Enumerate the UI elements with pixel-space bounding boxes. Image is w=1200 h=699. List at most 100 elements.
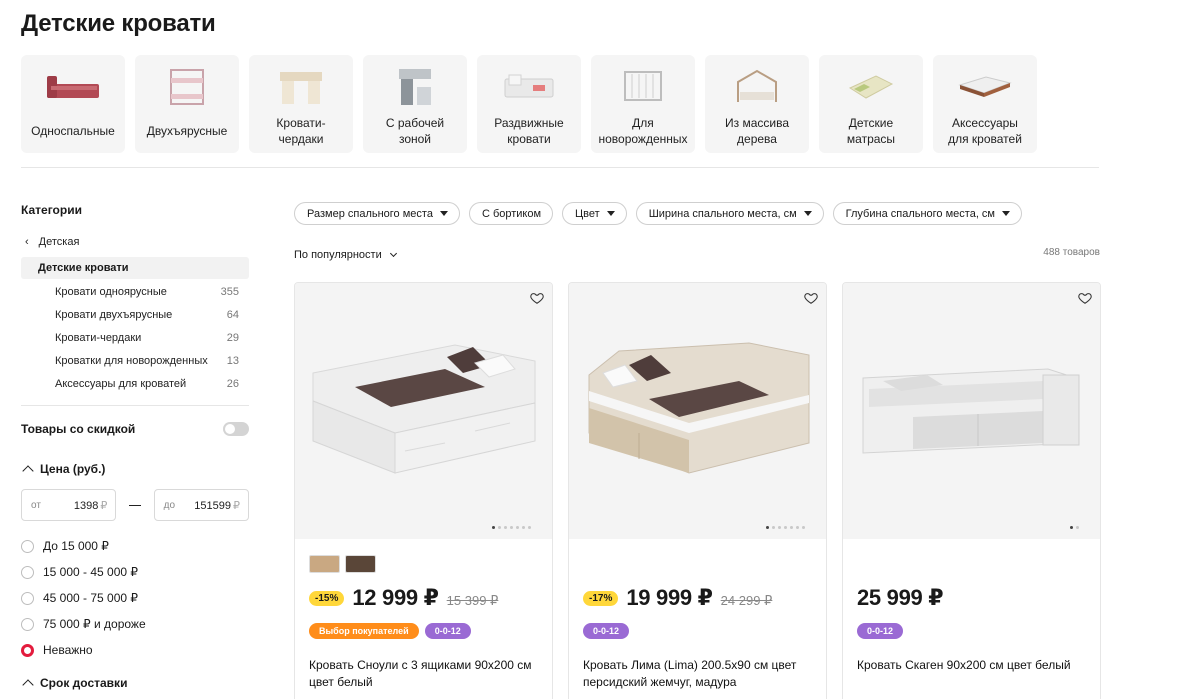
house-bed-icon (726, 67, 788, 107)
price-option[interactable]: Неважно (21, 637, 249, 663)
current-category[interactable]: Детские кровати (21, 257, 249, 279)
heart-icon[interactable] (530, 291, 544, 305)
category-tile-label: Для новорожденных (598, 116, 688, 146)
category-tile-label: С рабочей зоной (385, 116, 445, 146)
product-image[interactable] (295, 283, 552, 539)
price-to-input[interactable]: до 151599 ₽ (153, 489, 249, 521)
product-card[interactable]: -15% 12 999 ₽ 15 399 ₽ Выбор покупателей 0-0… (294, 282, 553, 699)
product-grid: -15% 12 999 ₽ 15 399 ₽ Выбор покупателей 0-0… (294, 282, 1101, 699)
pagination-dot[interactable] (528, 526, 531, 529)
pagination-dot[interactable] (766, 526, 769, 529)
price-from-input[interactable]: от 1398 ₽ (21, 489, 117, 521)
delivery-section-header[interactable]: Срок доставки (21, 676, 249, 691)
image-pagination[interactable] (492, 526, 531, 529)
filter-chip[interactable]: Ширина спального места, см (635, 202, 824, 225)
category-tile[interactable]: Кровати- чердаки (249, 55, 353, 153)
pagination-dot[interactable] (784, 526, 787, 529)
filter-chip[interactable]: Размер спального места (294, 202, 460, 225)
subcategory-label: Кровати одноярусные (55, 285, 167, 298)
product-tags: Выбор покупателей 0-0-12 (309, 623, 471, 639)
category-tile-label: Кровати- чердаки (276, 116, 326, 146)
product-title[interactable]: Кровать Лима (Lima) 200.5x90 см цвет пер… (583, 657, 818, 691)
pagination-dot[interactable] (1070, 526, 1073, 529)
sidebar-subcategory[interactable]: Аксессуары для кроватей 26 (21, 372, 249, 395)
pagination-dot[interactable] (796, 526, 799, 529)
price-option[interactable]: 75 000 ₽ и дороже (21, 611, 249, 637)
sidebar-subcategory[interactable]: Кроватки для новорожденных 13 (21, 349, 249, 372)
filter-chip[interactable]: Глубина спального места, см (832, 202, 1022, 225)
price-line: -15% 12 999 ₽ 15 399 ₽ (309, 585, 498, 611)
sidebar-subcategory[interactable]: Кровати двухъярусные 64 (21, 303, 249, 326)
pagination-dot[interactable] (772, 526, 775, 529)
category-tile[interactable]: Раздвижные кровати (477, 55, 581, 153)
chevron-left-icon: ‹ (25, 236, 29, 248)
product-card[interactable]: 25 999 ₽ 0-0-12 Кровать Скаген 90x200 см ц… (842, 282, 1101, 699)
back-link[interactable]: ‹ Детская (21, 235, 249, 249)
price-option-label: До 15 000 ₽ (43, 539, 109, 553)
filter-chip[interactable]: Цвет (562, 202, 627, 225)
category-tile-label: Аксессуары для кроватей (948, 116, 1022, 146)
subcategory-label: Кровати-чердаки (55, 331, 142, 344)
delivery-heading: Срок доставки (40, 676, 128, 690)
heart-icon[interactable] (1078, 291, 1092, 305)
current-price: 19 999 ₽ (626, 585, 713, 610)
category-tile[interactable]: Односпальные (21, 55, 125, 153)
price-from-value: 1398 (73, 499, 99, 512)
price-to-value: 151599 (194, 499, 231, 512)
pagination-dot[interactable] (492, 526, 495, 529)
discount-toggle[interactable] (223, 422, 249, 436)
sort-dropdown[interactable]: По популярности (294, 249, 397, 261)
product-image[interactable] (843, 283, 1100, 539)
image-pagination[interactable] (1070, 526, 1079, 529)
radio-icon (21, 565, 34, 579)
price-option[interactable]: До 15 000 ₽ (21, 533, 249, 559)
pagination-dot[interactable] (516, 526, 519, 529)
sidebar-subcategory[interactable]: Кровати-чердаки 29 (21, 326, 249, 349)
pagination-dot[interactable] (802, 526, 805, 529)
product-tag: 0-0-12 (857, 623, 904, 639)
subcategory-label: Аксессуары для кроватей (55, 377, 187, 390)
pagination-dot[interactable] (778, 526, 781, 529)
color-swatch[interactable] (345, 555, 376, 573)
pagination-dot[interactable] (504, 526, 507, 529)
discount-label: Товары со скидкой (21, 422, 136, 436)
pagination-dot[interactable] (522, 526, 525, 529)
pagination-dot[interactable] (510, 526, 513, 529)
back-link-label: Детская (38, 236, 80, 248)
category-tile[interactable]: Для новорожденных (591, 55, 695, 153)
price-option[interactable]: 15 000 - 45 000 ₽ (21, 559, 249, 585)
image-pagination[interactable] (766, 526, 805, 529)
caret-down-icon (606, 211, 615, 216)
price-section-header[interactable]: Цена (руб.) (21, 462, 249, 477)
subcategory-count: 355 (220, 285, 239, 298)
product-card[interactable]: -17% 19 999 ₽ 24 299 ₽ 0-0-12 Кровать Лима (… (568, 282, 827, 699)
price-option[interactable]: 45 000 - 75 000 ₽ (21, 585, 249, 611)
category-tile-label: Детские матрасы (846, 116, 896, 146)
pagination-dot[interactable] (498, 526, 501, 529)
divider (21, 167, 1099, 168)
product-title[interactable]: Кровать Скаген 90x200 см цвет белый (857, 657, 1092, 674)
price-line: -17% 19 999 ₽ 24 299 ₽ (583, 585, 772, 611)
pagination-dot[interactable] (1076, 526, 1079, 529)
category-tile[interactable]: Детские матрасы (819, 55, 923, 153)
filter-chip[interactable]: С бортиком (468, 202, 554, 225)
radio-selected-icon (21, 643, 34, 657)
category-tile[interactable]: Двухъярусные (135, 55, 239, 153)
product-tags: 0-0-12 (583, 623, 630, 639)
loft-bed-icon (270, 67, 332, 107)
color-swatch[interactable] (309, 555, 340, 573)
category-tile[interactable]: Аксессуары для кроватей (933, 55, 1037, 153)
category-tile[interactable]: С рабочей зоной (363, 55, 467, 153)
sidebar-subcategory[interactable]: Кровати одноярусные 355 (21, 280, 249, 303)
discount-filter: Товары со скидкой (21, 422, 249, 436)
pagination-dot[interactable] (790, 526, 793, 529)
filter-chip-label: Глубина спального места, см (845, 207, 995, 220)
product-title[interactable]: Кровать Сноули с 3 ящиками 90x200 см цве… (309, 657, 544, 691)
old-price: 24 299 ₽ (720, 593, 773, 608)
bed-accessory-icon (954, 67, 1016, 107)
currency-sign: ₽ (100, 499, 108, 512)
product-image[interactable] (569, 283, 826, 539)
heart-icon[interactable] (804, 291, 818, 305)
category-tile[interactable]: Из массива дерева (705, 55, 809, 153)
range-dash (129, 504, 141, 506)
